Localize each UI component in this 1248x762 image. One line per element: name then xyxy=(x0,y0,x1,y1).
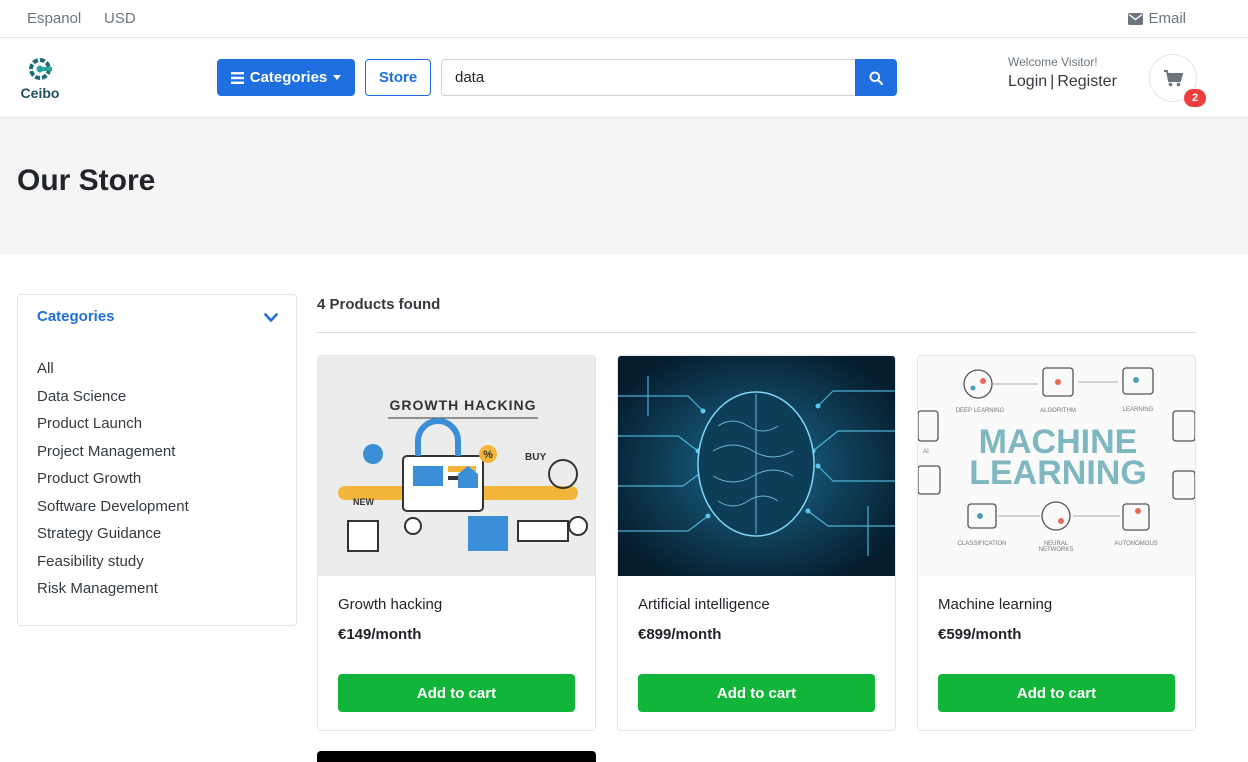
category-item-product-launch[interactable]: Product Launch xyxy=(37,414,189,442)
store-button[interactable]: Store xyxy=(365,59,431,96)
top-bar: Espanol USD Email xyxy=(0,0,1248,38)
logo-text: Ceibo xyxy=(20,85,60,101)
product-name[interactable]: Artificial intelligence xyxy=(638,596,770,613)
svg-text:AI: AI xyxy=(923,449,929,455)
currency-link[interactable]: USD xyxy=(104,10,136,27)
cart-count-badge: 2 xyxy=(1184,89,1206,107)
search-button[interactable] xyxy=(855,59,897,96)
page-hero: Our Store xyxy=(0,118,1248,254)
growth-hacking-image[interactable]: GROWTH HACKING % NEW BUY xyxy=(318,356,595,576)
menu-icon xyxy=(230,71,244,84)
chevron-down-icon[interactable] xyxy=(264,313,278,323)
category-list: All Data Science Product Launch Project … xyxy=(37,359,189,607)
category-item-risk-management[interactable]: Risk Management xyxy=(37,579,189,607)
email-link[interactable]: Email xyxy=(1128,10,1186,27)
welcome-text: Welcome Visitor! xyxy=(1008,55,1098,69)
svg-text:%: % xyxy=(483,449,493,461)
search-icon xyxy=(869,71,883,85)
categories-label: Categories xyxy=(249,69,328,86)
svg-text:DEEP LEARNING: DEEP LEARNING xyxy=(956,408,1005,414)
add-to-cart-button[interactable]: Add to cart xyxy=(638,674,875,712)
register-link[interactable]: Register xyxy=(1057,73,1117,90)
add-to-cart-button[interactable]: Add to cart xyxy=(338,674,575,712)
machine-learning-image-text-2: LEARNING xyxy=(969,454,1147,492)
product-price: €599/month xyxy=(938,626,1022,643)
growth-hacking-image-text: GROWTH HACKING xyxy=(390,397,537,413)
envelope-icon xyxy=(1128,12,1144,25)
auth-separator: | xyxy=(1050,73,1055,90)
category-item-software-development[interactable]: Software Development xyxy=(37,497,189,525)
ceibo-logo-icon xyxy=(29,58,52,80)
categories-dropdown-button[interactable]: Categories xyxy=(217,59,355,96)
products-found-count: 4 Products found xyxy=(317,296,441,313)
product-price: €899/month xyxy=(638,626,722,643)
login-link[interactable]: Login xyxy=(1008,73,1047,90)
svg-text:AUTONOMOUS: AUTONOMOUS xyxy=(1114,541,1158,547)
product-card: MACHINE LEARNING DEEP LEARNING ALGORITHM L… xyxy=(917,355,1196,731)
svg-text:ALGORITHM: ALGORITHM xyxy=(1040,408,1076,414)
svg-text:NETWORKS: NETWORKS xyxy=(1039,547,1074,553)
product-card-image-partial[interactable] xyxy=(317,751,596,762)
product-card: Artificial intelligence €899/month Add t… xyxy=(617,355,896,731)
category-item-strategy-guidance[interactable]: Strategy Guidance xyxy=(37,524,189,552)
auth-links: Login | Register xyxy=(1008,73,1117,91)
search-bar xyxy=(441,59,897,96)
caret-down-icon xyxy=(333,75,342,80)
svg-text:NEW: NEW xyxy=(353,497,375,507)
svg-text:LEARNING: LEARNING xyxy=(1123,407,1154,413)
logo[interactable]: Ceibo xyxy=(18,56,62,101)
product-card: GROWTH HACKING % NEW BUY Growth hacking … xyxy=(317,355,596,731)
product-name[interactable]: Machine learning xyxy=(938,596,1052,613)
shopping-cart-icon xyxy=(1163,69,1183,86)
page-title: Our Store xyxy=(17,164,156,197)
category-item-product-growth[interactable]: Product Growth xyxy=(37,469,189,497)
categories-sidebar: Categories All Data Science Product Laun… xyxy=(17,294,297,626)
email-label: Email xyxy=(1148,10,1186,27)
category-item-all[interactable]: All xyxy=(37,359,189,387)
product-price: €149/month xyxy=(338,626,422,643)
category-item-feasibility-study[interactable]: Feasibility study xyxy=(37,552,189,580)
divider xyxy=(317,332,1197,333)
language-link[interactable]: Espanol xyxy=(27,10,81,27)
svg-text:CLASSIFICATION: CLASSIFICATION xyxy=(958,541,1007,547)
machine-learning-image[interactable]: MACHINE LEARNING DEEP LEARNING ALGORITHM L… xyxy=(918,356,1195,576)
search-input[interactable] xyxy=(441,59,855,96)
category-item-project-management[interactable]: Project Management xyxy=(37,442,189,470)
main-header: Ceibo Categories Store Welcome Visitor! … xyxy=(0,38,1248,118)
add-to-cart-button[interactable]: Add to cart xyxy=(938,674,1175,712)
artificial-intelligence-image[interactable] xyxy=(618,356,895,576)
category-item-data-science[interactable]: Data Science xyxy=(37,387,189,415)
svg-text:BUY: BUY xyxy=(525,452,546,463)
product-name[interactable]: Growth hacking xyxy=(338,596,442,613)
sidebar-heading[interactable]: Categories xyxy=(37,308,115,325)
